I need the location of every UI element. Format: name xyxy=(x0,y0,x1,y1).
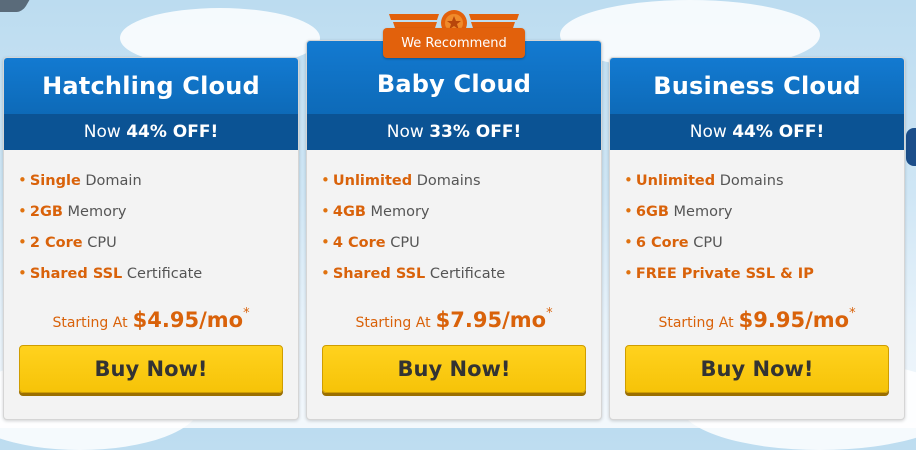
buy-now-button[interactable]: Buy Now! xyxy=(19,345,283,393)
price-row: Starting At $9.95/mo* xyxy=(610,305,904,345)
price-value: $4.95/mo xyxy=(132,308,244,332)
feature-highlight: Shared SSL xyxy=(332,266,426,282)
airplane-graphic xyxy=(0,0,38,12)
feature-item: • Shared SSL Certificate xyxy=(321,263,601,294)
feature-highlight: 4GB xyxy=(332,204,366,220)
feature-list: • Single Domain • 2GB Memory • 2 Core CPU •… xyxy=(4,150,298,294)
feature-text: Domains xyxy=(412,173,481,189)
feature-text: Certificate xyxy=(425,266,506,282)
feature-highlight: Single xyxy=(29,173,81,189)
feature-item: • Shared SSL Certificate xyxy=(18,263,298,294)
discount-value: 33% OFF! xyxy=(429,122,522,142)
feature-list: • Unlimited Domains • 6GB Memory • 6 Core C… xyxy=(610,150,904,294)
bullet-icon: • xyxy=(321,233,330,251)
feature-item: • Unlimited Domains xyxy=(624,170,904,201)
plan-card-hatchling: Hatchling Cloud Now 44% OFF! • Single Dom… xyxy=(3,57,299,420)
feature-text: Memory xyxy=(365,204,430,220)
feature-highlight: 2GB xyxy=(29,204,63,220)
decorative-shape xyxy=(906,128,916,166)
feature-text: CPU xyxy=(82,235,117,251)
feature-highlight: 6GB xyxy=(635,204,669,220)
plan-title: Hatchling Cloud xyxy=(4,58,298,114)
bullet-icon: • xyxy=(624,264,633,282)
feature-highlight: FREE Private SSL & IP xyxy=(635,266,814,282)
buy-now-button[interactable]: Buy Now! xyxy=(322,345,586,393)
discount-value: 44% OFF! xyxy=(126,122,219,142)
price-footnote-mark: * xyxy=(546,306,553,321)
feature-item: • 6GB Memory xyxy=(624,201,904,232)
feature-item: • 2 Core CPU xyxy=(18,232,298,263)
bullet-icon: • xyxy=(18,264,27,282)
feature-item: • 4GB Memory xyxy=(321,201,601,232)
discount-banner: Now 44% OFF! xyxy=(610,114,904,150)
feature-item: • 6 Core CPU xyxy=(624,232,904,263)
plan-title: Business Cloud xyxy=(610,58,904,114)
bullet-icon: • xyxy=(18,202,27,220)
price-footnote-mark: * xyxy=(243,306,250,321)
bullet-icon: • xyxy=(18,171,27,189)
feature-item: • Single Domain xyxy=(18,170,298,201)
discount-prefix: Now xyxy=(386,122,424,142)
discount-banner: Now 44% OFF! xyxy=(4,114,298,150)
feature-item: • 2GB Memory xyxy=(18,201,298,232)
feature-highlight: Unlimited xyxy=(635,173,716,189)
buy-now-button[interactable]: Buy Now! xyxy=(625,345,889,393)
price-label: Starting At xyxy=(52,315,128,331)
price-value: $7.95/mo xyxy=(435,308,547,332)
feature-text: CPU xyxy=(385,235,420,251)
feature-highlight: Unlimited xyxy=(332,173,413,189)
price-label: Starting At xyxy=(658,315,734,331)
feature-highlight: 2 Core xyxy=(29,235,83,251)
plan-card-baby: Baby Cloud Now 33% OFF! • Unlimited Domai… xyxy=(306,40,602,420)
feature-text: Memory xyxy=(62,204,127,220)
we-recommend-badge: We Recommend xyxy=(383,28,525,58)
feature-item: • Unlimited Domains xyxy=(321,170,601,201)
discount-banner: Now 33% OFF! xyxy=(307,114,601,150)
bullet-icon: • xyxy=(624,171,633,189)
feature-item: • 4 Core CPU xyxy=(321,232,601,263)
feature-text: CPU xyxy=(688,235,723,251)
feature-text: Certificate xyxy=(122,266,203,282)
feature-text: Domains xyxy=(715,173,784,189)
feature-highlight: 4 Core xyxy=(332,235,386,251)
badge-label: We Recommend xyxy=(401,36,507,51)
price-footnote-mark: * xyxy=(849,306,856,321)
price-row: Starting At $7.95/mo* xyxy=(307,305,601,345)
plan-card-business: Business Cloud Now 44% OFF! • Unlimited D… xyxy=(609,57,905,420)
feature-highlight: Shared SSL xyxy=(29,266,123,282)
bullet-icon: • xyxy=(18,233,27,251)
bullet-icon: • xyxy=(624,233,633,251)
price-label: Starting At xyxy=(355,315,431,331)
feature-list: • Unlimited Domains • 4GB Memory • 4 Core C… xyxy=(307,150,601,294)
price-value: $9.95/mo xyxy=(738,308,850,332)
price-row: Starting At $4.95/mo* xyxy=(4,305,298,345)
discount-prefix: Now xyxy=(689,122,727,142)
bullet-icon: • xyxy=(321,264,330,282)
bullet-icon: • xyxy=(624,202,633,220)
feature-highlight: 6 Core xyxy=(635,235,689,251)
discount-value: 44% OFF! xyxy=(732,122,825,142)
feature-item: • FREE Private SSL & IP xyxy=(624,263,904,294)
discount-prefix: Now xyxy=(83,122,121,142)
bullet-icon: • xyxy=(321,202,330,220)
bullet-icon: • xyxy=(321,171,330,189)
feature-text: Domain xyxy=(80,173,142,189)
feature-text: Memory xyxy=(668,204,733,220)
